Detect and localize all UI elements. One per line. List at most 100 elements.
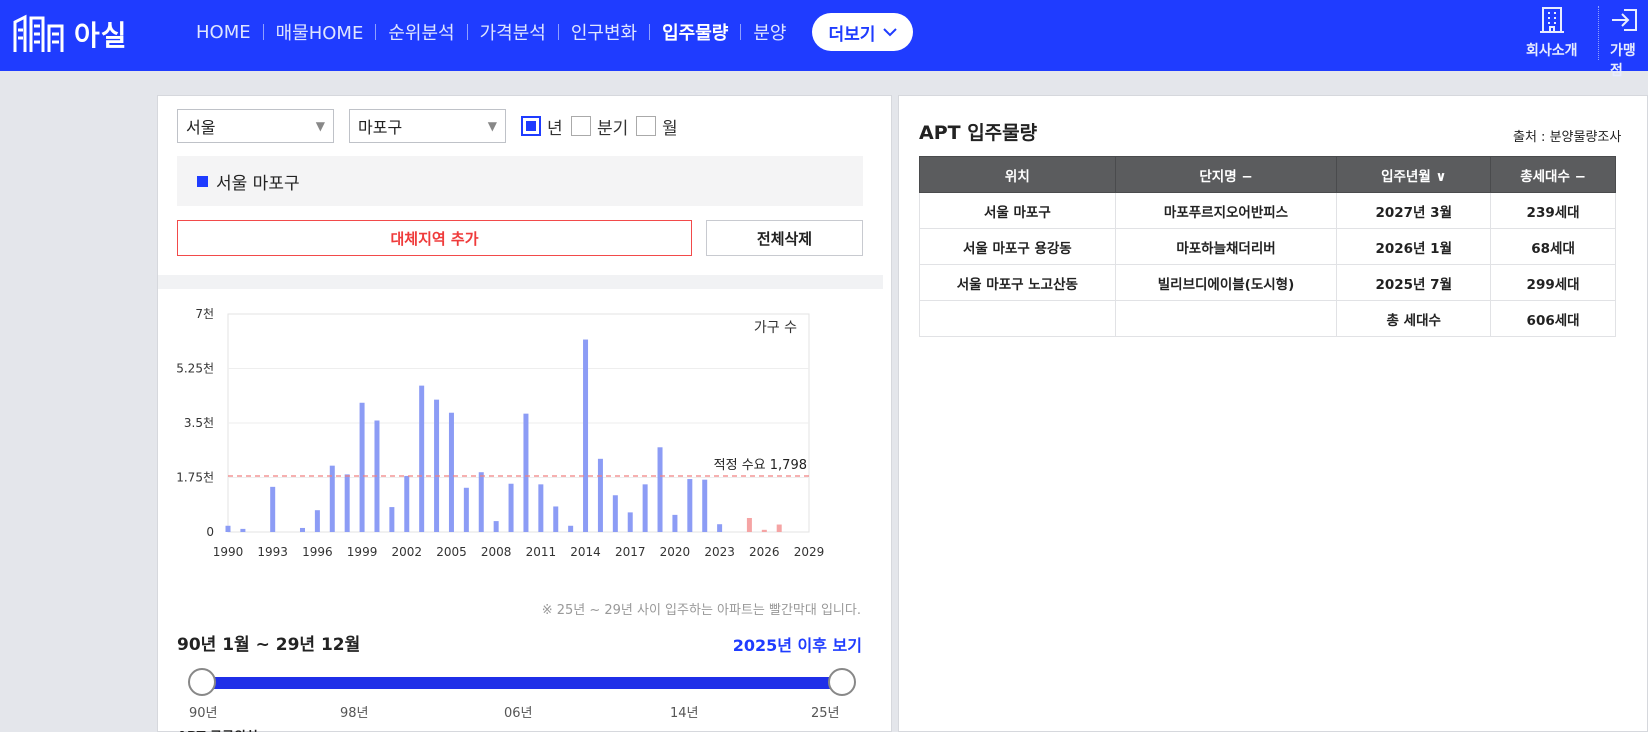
x-tick-label: 2002 — [391, 545, 422, 559]
login-arrow-icon — [1612, 9, 1637, 31]
company-intro-button[interactable]: 회사소개 — [1526, 6, 1578, 60]
slider-tick-label: 06년 — [504, 706, 533, 721]
logo[interactable]: 아실 — [12, 12, 128, 56]
period-month-label: 월 — [662, 118, 678, 139]
data-bar — [776, 524, 782, 532]
data-bar — [657, 447, 663, 532]
buildings-logo-icon — [13, 14, 64, 52]
nav-listing-home[interactable]: 매물HOME — [264, 19, 376, 45]
table-total-row: 총 세대수 606세대 — [919, 300, 1616, 337]
selected-region-bar: 서울 마포구 — [177, 156, 863, 206]
cell-move-in-date: 2025년 7월 — [1336, 264, 1492, 301]
x-tick-label: 1996 — [302, 545, 333, 559]
data-source: 출처 : 분양물량조사 — [1513, 130, 1622, 145]
table-header-row: 위치 단지명 − 입주년월 ∨ 총세대수 − — [919, 156, 1616, 193]
period-year-checkbox[interactable]: 년 — [521, 115, 563, 139]
data-bar — [538, 484, 544, 532]
checkbox-checked-icon — [521, 116, 541, 136]
reference-line-label: 적정 수요 1,798 — [714, 458, 807, 473]
x-tick-label: 2014 — [570, 545, 601, 559]
nav-price[interactable]: 가격분석 — [468, 19, 558, 45]
slider-tick-label: 98년 — [340, 706, 369, 721]
col-total-units[interactable]: 총세대수 − — [1490, 156, 1616, 193]
date-range-slider[interactable] — [188, 668, 856, 696]
date-range-label: 90년 1월 ~ 29년 12월 — [177, 635, 361, 655]
data-bar — [672, 514, 678, 532]
nav-population[interactable]: 인구변화 — [559, 19, 649, 45]
checkbox-empty-icon — [571, 116, 591, 136]
more-menu-button[interactable]: 더보기 — [812, 13, 914, 51]
city-select-value: 서울 — [186, 118, 216, 137]
period-quarter-checkbox[interactable]: 분기 — [571, 115, 629, 139]
building-icon — [1539, 7, 1564, 33]
col-location: 위치 — [919, 156, 1116, 193]
x-tick-label: 2005 — [436, 545, 467, 559]
data-bar — [627, 512, 633, 532]
supply-location-heading: APT 공급위치 — [177, 726, 258, 732]
x-tick-label: 2029 — [794, 545, 825, 559]
table-title: APT 입주물량 — [919, 122, 1038, 144]
cell-complex-name: 마포푸르지오어반피스 — [1114, 192, 1338, 229]
cell-empty — [1114, 300, 1338, 337]
left-panel: 서울 ▼ 마포구 ▼ 년 분기 월 서울 마포구 대체지역 추가 전체삭제 0 1… — [157, 95, 892, 732]
right-panel: APT 입주물량 출처 : 분양물량조사 위치 단지명 − 입주년월 ∨ 총세대… — [898, 95, 1648, 732]
chevron-down-icon — [883, 28, 898, 37]
nav-home[interactable]: HOME — [184, 22, 263, 43]
data-bar — [389, 507, 395, 532]
data-bar — [448, 412, 454, 532]
slider-tick-label: 25년 — [811, 706, 840, 721]
company-intro-label: 회사소개 — [1526, 43, 1578, 59]
x-tick-label: 1990 — [213, 545, 244, 559]
logo-text: 아실 — [74, 19, 128, 52]
header-divider — [1598, 6, 1599, 60]
nav-move-in-volume[interactable]: 입주물량 — [650, 19, 740, 45]
y-tick-label: 3.5천 — [184, 415, 214, 430]
x-tick-label: 1993 — [257, 545, 288, 559]
data-bar — [687, 479, 693, 532]
y-tick-label: 1.75천 — [176, 470, 214, 485]
nav-presale[interactable]: 분양 — [741, 19, 798, 45]
partner-button[interactable]: 가맹점 — [1610, 6, 1648, 80]
y-tick-label: 5.25천 — [176, 361, 214, 376]
cell-empty — [919, 300, 1116, 337]
cell-move-in-date: 2027년 3월 — [1336, 192, 1492, 229]
district-select-value: 마포구 — [358, 118, 403, 137]
data-bar — [523, 413, 529, 532]
slider-tick-label: 90년 — [189, 706, 218, 721]
view-after-2025-link[interactable]: 2025년 이후 보기 — [733, 632, 862, 656]
cell-location: 서울 마포구 노고산동 — [919, 264, 1116, 301]
table-row: 서울 마포구 마포푸르지오어반피스 2027년 3월 239세대 — [919, 192, 1616, 229]
checkbox-empty-icon — [636, 116, 656, 136]
cell-location: 서울 마포구 — [919, 192, 1116, 229]
data-bar — [553, 506, 559, 532]
period-month-checkbox[interactable]: 월 — [636, 115, 678, 139]
city-select[interactable]: 서울 ▼ — [177, 109, 334, 143]
col-move-in-date[interactable]: 입주년월 ∨ — [1336, 156, 1492, 193]
data-bar — [597, 458, 603, 532]
caret-down-icon: ▼ — [487, 119, 497, 133]
x-tick-label: 2017 — [615, 545, 646, 559]
chart-note: ※ 25년 ~ 29년 사이 입주하는 아파트는 빨간막대 입니다. — [541, 603, 861, 618]
table-row: 서울 마포구 노고산동 빌리브디에이블(도시형) 2025년 7월 299세대 — [919, 264, 1616, 301]
data-bar — [493, 521, 499, 532]
slider-tick-label: 14년 — [670, 706, 699, 721]
data-bar — [508, 483, 514, 532]
slider-end-handle[interactable] — [828, 668, 856, 696]
cell-total-units: 68세대 — [1490, 228, 1616, 265]
x-tick-label: 2008 — [481, 545, 512, 559]
period-quarter-label: 분기 — [597, 118, 629, 139]
data-bar — [568, 525, 574, 532]
slider-start-handle[interactable] — [188, 668, 216, 696]
delete-all-button[interactable]: 전체삭제 — [706, 220, 863, 256]
col-complex-name[interactable]: 단지명 − — [1114, 156, 1338, 193]
x-tick-label: 2023 — [704, 545, 735, 559]
add-region-button[interactable]: 대체지역 추가 — [177, 220, 692, 256]
district-select[interactable]: 마포구 ▼ — [349, 109, 506, 143]
cell-location: 서울 마포구 용강동 — [919, 228, 1116, 265]
period-year-label: 년 — [547, 118, 563, 139]
data-bar — [419, 385, 425, 532]
nav-ranking[interactable]: 순위분석 — [376, 19, 466, 45]
selected-region-label: 서울 마포구 — [216, 173, 300, 194]
data-bar — [463, 487, 469, 532]
region-color-square — [197, 175, 208, 187]
